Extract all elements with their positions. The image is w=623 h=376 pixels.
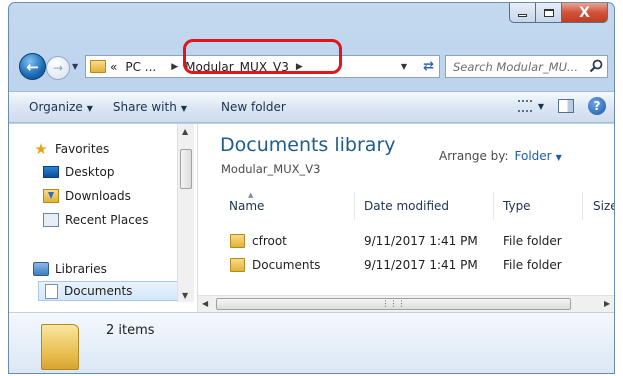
minimize-button[interactable]: [509, 3, 536, 23]
address-dropdown-icon[interactable]: ▼: [401, 62, 407, 71]
red-highlight-annotation: [183, 39, 342, 74]
help-icon[interactable]: ?: [588, 97, 606, 115]
content-area: ★ Favorites Desktop Downloads Recent Plac…: [9, 124, 614, 312]
views-icon: [517, 100, 532, 112]
file-name: Documents: [252, 258, 321, 272]
search-placeholder: Search Modular_MU...: [453, 59, 578, 74]
file-type: File folder: [503, 258, 562, 272]
column-header-size[interactable]: Size: [593, 199, 614, 213]
chevron-down-icon[interactable]: ▼: [556, 153, 562, 162]
folder-icon: [230, 258, 245, 272]
file-type: File folder: [503, 234, 562, 248]
column-divider[interactable]: [493, 192, 494, 220]
libraries-icon: [33, 262, 49, 276]
nav-item-libraries[interactable]: Libraries: [33, 259, 107, 279]
downloads-icon: [43, 189, 59, 203]
file-date: 9/11/2017 1:41 PM: [364, 234, 478, 248]
close-icon: X: [579, 4, 590, 21]
recent-places-icon: [43, 213, 59, 227]
folder-icon: [230, 234, 245, 248]
details-pane: 2 items: [9, 312, 614, 373]
folder-icon: [41, 324, 79, 370]
column-divider[interactable]: [354, 192, 355, 220]
nav-item-favorites[interactable]: ★ Favorites: [33, 139, 109, 159]
file-name: cfroot: [252, 234, 287, 248]
nav-item-recent-places[interactable]: Recent Places: [43, 210, 148, 230]
folder-icon: [90, 60, 106, 73]
chevron-down-icon: ▼: [180, 104, 187, 113]
address-overflow[interactable]: «: [106, 60, 121, 74]
back-arrow-icon: ←: [26, 57, 39, 76]
share-with-button[interactable]: Share with ▼: [103, 100, 197, 114]
history-dropdown-icon[interactable]: ▼: [72, 62, 78, 71]
library-subtitle: Modular_MUX_V3: [221, 162, 321, 176]
close-button[interactable]: X: [562, 3, 608, 23]
horizontal-scrollbar[interactable]: ◀ ⋮⋮⋮ ▶: [198, 295, 614, 312]
search-input[interactable]: Search Modular_MU...: [445, 55, 608, 78]
search-icon[interactable]: [589, 59, 603, 73]
nav-scroll-thumb[interactable]: [180, 149, 192, 189]
column-header-name[interactable]: Name: [229, 199, 264, 213]
scroll-up-icon[interactable]: ▲: [182, 127, 188, 136]
table-row[interactable]: cfroot 9/11/2017 1:41 PM File folder: [198, 231, 614, 253]
preview-pane-icon[interactable]: [558, 99, 574, 113]
table-row[interactable]: Documents 9/11/2017 1:41 PM File folder: [198, 255, 614, 277]
change-view-button[interactable]: ▼: [517, 100, 544, 112]
file-list-pane: Documents library Modular_MUX_V3 Arrange…: [197, 124, 614, 312]
scroll-down-icon[interactable]: ▼: [182, 291, 188, 300]
back-button[interactable]: ←: [19, 53, 46, 80]
document-icon: [45, 283, 58, 299]
maximize-icon: [543, 8, 554, 17]
chevron-down-icon: ▼: [86, 104, 93, 113]
star-icon: ★: [34, 140, 48, 158]
command-bar: Organize ▼ Share with ▼ New folder ▼ ?: [9, 91, 614, 123]
horizontal-scroll-thumb[interactable]: ⋮⋮⋮: [216, 298, 571, 310]
new-folder-button[interactable]: New folder: [197, 100, 296, 114]
address-segment-pc[interactable]: PC ...: [121, 60, 160, 74]
caption-buttons: X: [509, 3, 608, 23]
scroll-left-icon[interactable]: ◀: [202, 299, 208, 308]
column-divider[interactable]: [582, 192, 583, 220]
forward-button[interactable]: →: [46, 56, 70, 80]
breadcrumb-chevron-icon[interactable]: ▶: [168, 62, 181, 72]
nav-item-documents[interactable]: Documents: [38, 281, 182, 301]
refresh-icon[interactable]: ⇄: [423, 59, 434, 74]
minimize-icon: [518, 14, 527, 17]
column-header-type[interactable]: Type: [503, 199, 531, 213]
organize-button[interactable]: Organize ▼: [9, 100, 103, 114]
file-date: 9/11/2017 1:41 PM: [364, 258, 478, 272]
nav-scrollbar[interactable]: ▲ ▼: [177, 124, 194, 302]
forward-arrow-icon: →: [52, 61, 64, 75]
chevron-down-icon: ▼: [537, 101, 544, 111]
nav-item-downloads[interactable]: Downloads: [43, 186, 131, 206]
column-header-date[interactable]: Date modified: [364, 199, 449, 213]
view-controls: ▼ ?: [517, 97, 606, 115]
item-count: 2 items: [106, 323, 155, 338]
maximize-button[interactable]: [536, 3, 562, 23]
arrange-by: Arrange by: Folder ▼: [439, 149, 562, 163]
library-title: Documents library: [220, 134, 396, 156]
desktop-icon: [43, 166, 59, 178]
nav-item-desktop[interactable]: Desktop: [43, 162, 115, 182]
navigation-pane: ★ Favorites Desktop Downloads Recent Plac…: [9, 124, 196, 312]
arrange-by-dropdown[interactable]: Folder: [515, 149, 552, 163]
scroll-right-icon[interactable]: ▶: [604, 299, 610, 308]
sort-ascending-icon: ▲: [248, 191, 254, 199]
